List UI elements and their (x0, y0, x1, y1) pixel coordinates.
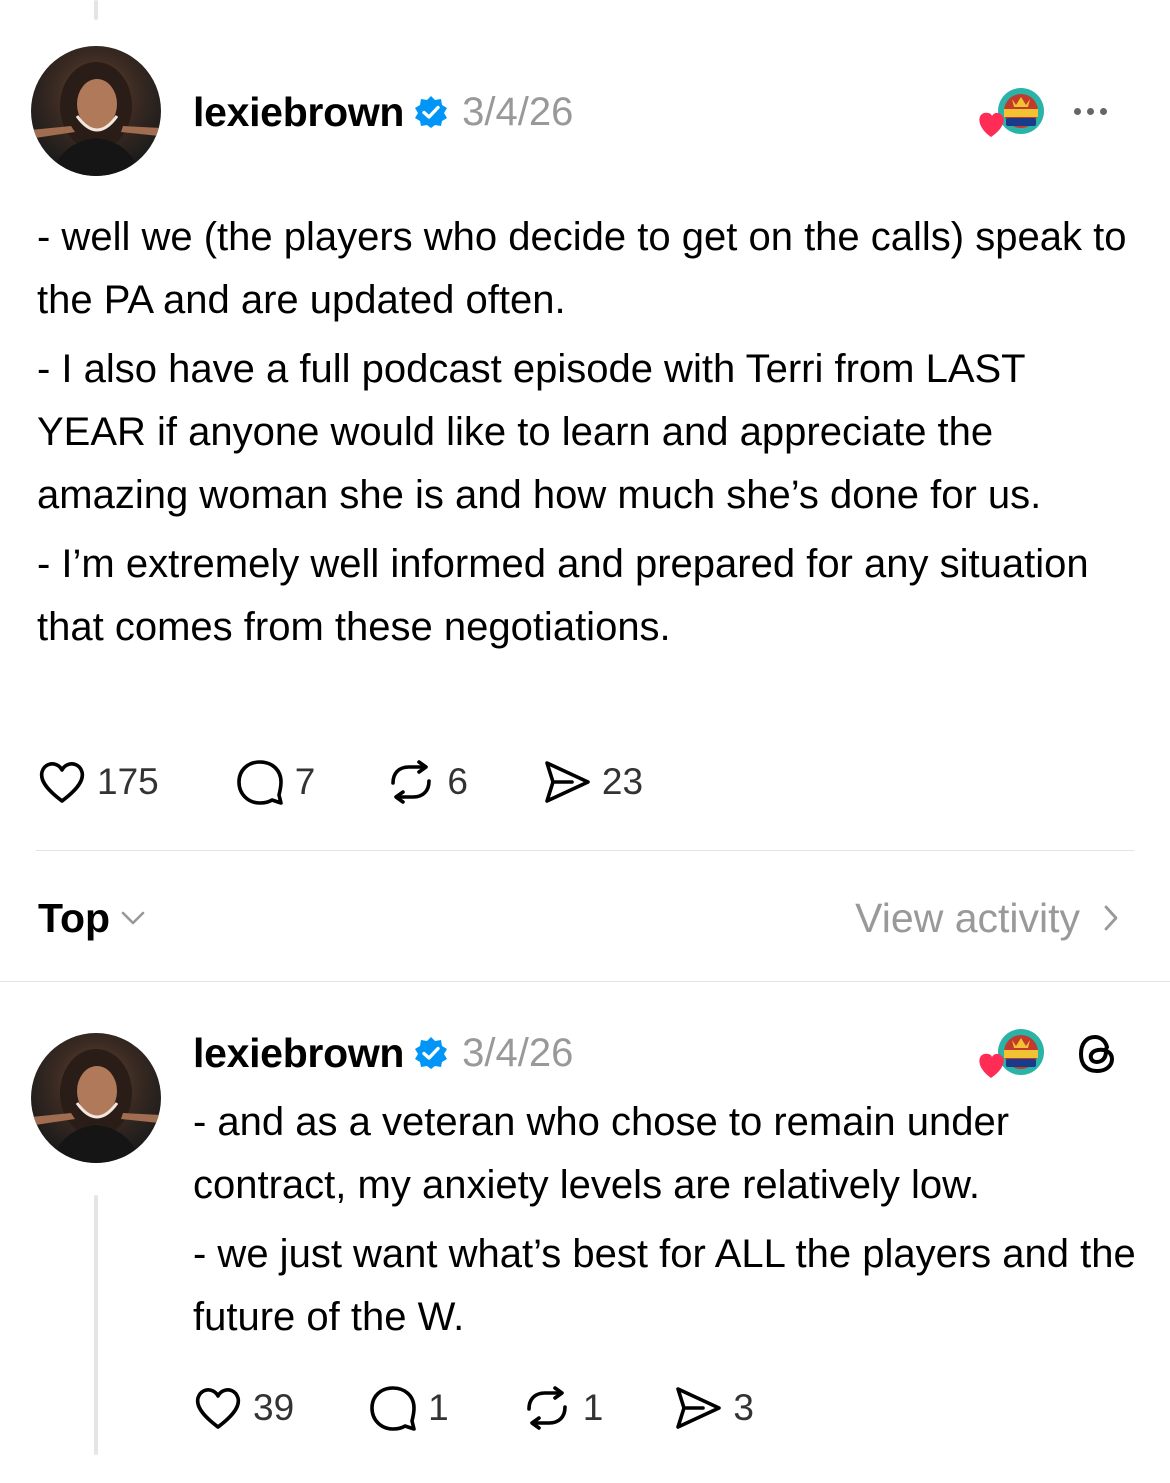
repost-button[interactable]: 6 (385, 759, 468, 805)
reply-button[interactable]: 1 (368, 1384, 449, 1432)
section-divider (36, 850, 1134, 851)
reply-body: - and as a veteran who chose to remain u… (193, 1091, 1153, 1355)
repost-count: 6 (447, 761, 468, 802)
more-options-button[interactable] (1074, 108, 1107, 115)
post-paragraph: - I also have a full podcast episode wit… (37, 347, 1042, 517)
like-count: 175 (97, 761, 159, 802)
sort-dropdown[interactable]: Top (38, 895, 146, 942)
heart-icon (195, 1388, 241, 1429)
sort-label: Top (38, 894, 111, 941)
share-button[interactable]: 3 (673, 1385, 754, 1431)
reaction-badge-icon[interactable] (976, 1026, 1048, 1082)
section-divider (0, 981, 1170, 982)
view-activity-link[interactable]: View activity (855, 895, 1120, 942)
more-dot-icon (1100, 108, 1107, 115)
more-dot-icon (1087, 108, 1094, 115)
reply-count: 1 (428, 1387, 449, 1428)
threads-logo-icon[interactable] (1074, 1029, 1124, 1079)
reply-paragraph: - we just want what’s best for ALL the p… (193, 1232, 1136, 1339)
post-paragraph: - I’m extremely well informed and prepar… (37, 542, 1089, 649)
repost-button[interactable]: 1 (521, 1385, 604, 1431)
share-button[interactable]: 23 (542, 759, 643, 805)
post-paragraph: - well we (the players who decide to get… (37, 215, 1127, 322)
reply-count: 7 (294, 761, 316, 802)
comment-icon (370, 1386, 416, 1431)
post-action-bar: 175 7 6 23 (37, 755, 643, 809)
verified-badge-icon (414, 95, 448, 129)
reply-avatar[interactable] (31, 1033, 161, 1163)
repost-count: 1 (582, 1387, 604, 1428)
more-dot-icon (1074, 108, 1081, 115)
share-count: 3 (733, 1387, 754, 1428)
share-count: 23 (601, 761, 644, 802)
reaction-badge-icon[interactable] (976, 85, 1048, 141)
view-activity-label: View activity (855, 894, 1080, 941)
post-body: - well we (the players who decide to get… (37, 206, 1137, 665)
post-date: 3/4/26 (462, 89, 574, 134)
username[interactable]: lexiebrown (193, 89, 404, 136)
repost-icon (391, 760, 432, 804)
send-icon (545, 761, 590, 803)
heart-icon (39, 762, 85, 803)
reply-header: lexiebrown 3/4/26 (193, 1028, 573, 1078)
like-count: 39 (253, 1387, 295, 1428)
chevron-down-icon (121, 911, 145, 925)
thread-connector-line (94, 0, 98, 20)
repost-icon (526, 1386, 567, 1430)
like-button[interactable]: 39 (193, 1385, 294, 1431)
reply-date: 3/4/26 (462, 1030, 574, 1075)
comment-icon (236, 760, 283, 805)
send-icon (676, 1387, 722, 1429)
like-button[interactable]: 175 (37, 759, 159, 805)
verified-badge-icon (414, 1036, 448, 1070)
thread-connector-line (94, 1195, 98, 1455)
post-header: lexiebrown 3/4/26 (193, 87, 573, 137)
replies-sort-row: Top View activity (38, 893, 1120, 943)
reply-username[interactable]: lexiebrown (193, 1030, 404, 1077)
reply-paragraph: - and as a veteran who chose to remain u… (193, 1100, 1010, 1207)
reply-button[interactable]: 7 (235, 758, 316, 806)
reply-action-bar: 39 1 1 3 (193, 1381, 754, 1435)
chevron-right-icon (1104, 905, 1118, 931)
avatar[interactable] (31, 46, 161, 176)
